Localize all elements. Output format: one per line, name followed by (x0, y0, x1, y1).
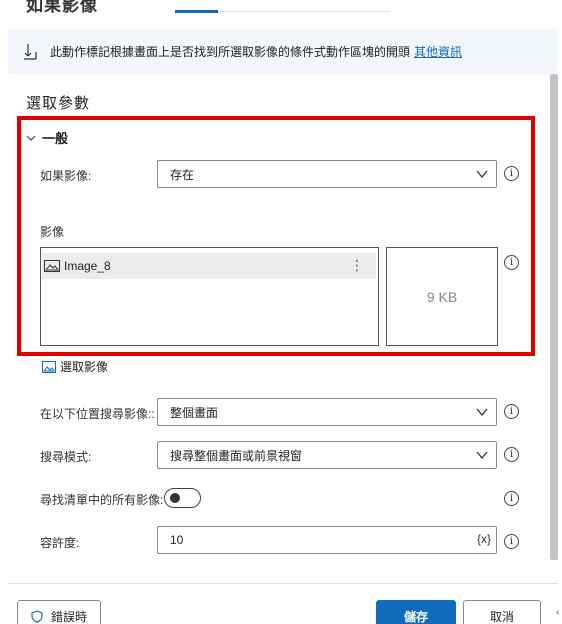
section-title: 選取參數 (26, 95, 91, 112)
search-location-value: 整個畫面 (170, 405, 219, 420)
variable-picker-button[interactable]: {x} (477, 532, 491, 546)
save-button[interactable]: 儲存 (376, 600, 456, 624)
scrollbar[interactable] (550, 74, 558, 560)
info-banner: 此動作標記根據畫面上是否找到所選取影像的條件式動作區塊的開頭 其他資訊 (8, 29, 558, 74)
info-icon[interactable]: i (504, 404, 519, 419)
info-icon[interactable]: i (504, 491, 519, 506)
highlight-box (17, 116, 535, 356)
footer-divider (8, 583, 558, 584)
select-image-button[interactable]: 選取影像 (42, 358, 108, 375)
search-location-label: 在以下位置搜尋影像:: (40, 407, 155, 421)
search-mode-select[interactable]: 搜尋整個畫面或前景視窗 (157, 441, 497, 469)
dialog-title: 如果影像 (26, 0, 98, 15)
info-text: 此動作標記根據畫面上是否找到所選取影像的條件式動作區塊的開頭 (50, 45, 411, 59)
tolerance-value: 10 (170, 533, 184, 547)
chevron-down-icon (476, 408, 488, 417)
chevron-left-icon: ‹ (556, 607, 560, 618)
info-icon[interactable]: i (504, 534, 519, 549)
tolerance-input[interactable]: 10 {x} (157, 526, 497, 554)
more-info-link[interactable]: 其他資訊 (414, 43, 462, 60)
flow-branch-icon (24, 43, 37, 60)
cancel-button[interactable]: 取消 (463, 600, 541, 624)
search-mode-label: 搜尋模式: (40, 450, 92, 464)
shield-icon (31, 609, 43, 623)
toggle-knob (170, 493, 180, 503)
search-mode-value: 搜尋整個畫面或前景視窗 (170, 448, 303, 463)
select-image-label: 選取影像 (60, 360, 109, 374)
image-icon (42, 360, 56, 373)
search-location-select[interactable]: 整個畫面 (157, 398, 497, 426)
find-all-label: 尋找清單中的所有影像: (40, 493, 164, 507)
find-all-toggle[interactable] (164, 488, 201, 508)
info-icon[interactable]: i (504, 447, 519, 462)
on-error-label: 錯誤時 (50, 609, 87, 624)
tolerance-label: 容許度: (40, 536, 80, 550)
on-error-button[interactable]: 錯誤時 (17, 600, 101, 624)
chevron-down-icon (476, 451, 488, 460)
tab-active-indicator (175, 10, 218, 13)
